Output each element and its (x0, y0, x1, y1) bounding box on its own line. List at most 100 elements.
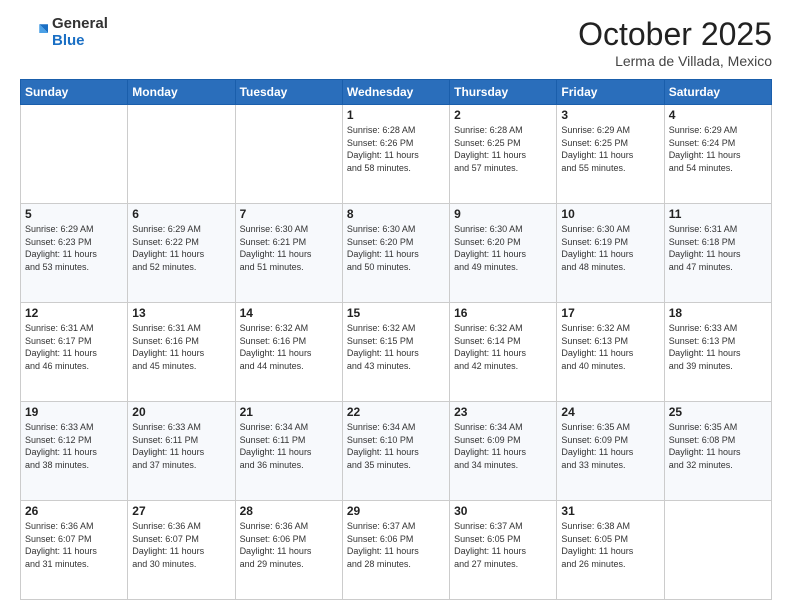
day-info: Sunrise: 6:29 AM Sunset: 6:22 PM Dayligh… (132, 223, 230, 273)
day-number: 5 (25, 207, 123, 221)
calendar-cell: 16Sunrise: 6:32 AM Sunset: 6:14 PM Dayli… (450, 303, 557, 402)
calendar-cell: 12 Sunrise: 6:31 AM Sunset: 6:17 PM Dayli… (21, 303, 128, 402)
calendar-cell: 10 Sunrise: 6:30 AM Sunset: 6:19 PM Dayli… (557, 204, 664, 303)
day-number: 26 (25, 504, 123, 518)
day-info: Sunrise: 6:36 AM Sunset: 6:06 PM Dayligh… (240, 520, 338, 570)
day-number: 12 (25, 306, 123, 320)
calendar-cell: 8 Sunrise: 6:30 AM Sunset: 6:20 PM Daylig… (342, 204, 449, 303)
day-info: Sunrise: 6:32 AM Sunset: 6:16 PM Dayligh… (240, 322, 338, 372)
day-info: Sunrise: 6:36 AM Sunset: 6:07 PM Dayligh… (132, 520, 230, 570)
day-number: 9 (454, 207, 552, 221)
calendar-cell: 2 Sunrise: 6:28 AM Sunset: 6:25 PM Daylig… (450, 105, 557, 204)
day-number: 1 (347, 108, 445, 122)
calendar-cell: 22Sunrise: 6:34 AM Sunset: 6:10 PM Dayli… (342, 402, 449, 501)
calendar-cell: 23Sunrise: 6:34 AM Sunset: 6:09 PM Dayli… (450, 402, 557, 501)
day-info: Sunrise: 6:35 AM Sunset: 6:09 PM Dayligh… (561, 421, 659, 471)
day-number: 3 (561, 108, 659, 122)
day-info: Sunrise: 6:31 AM Sunset: 6:17 PM Dayligh… (25, 322, 123, 372)
day-header-tuesday: Tuesday (235, 80, 342, 105)
day-info: Sunrise: 6:30 AM Sunset: 6:21 PM Dayligh… (240, 223, 338, 273)
logo-general: General (52, 15, 108, 32)
day-info: Sunrise: 6:30 AM Sunset: 6:19 PM Dayligh… (561, 223, 659, 273)
day-number: 19 (25, 405, 123, 419)
calendar-cell: 27 Sunrise: 6:36 AM Sunset: 6:07 PM Dayli… (128, 501, 235, 600)
calendar-week-1: 1 Sunrise: 6:28 AM Sunset: 6:26 PM Daylig… (21, 105, 772, 204)
day-number: 18 (669, 306, 767, 320)
day-info: Sunrise: 6:38 AM Sunset: 6:05 PM Dayligh… (561, 520, 659, 570)
calendar-week-4: 19Sunrise: 6:33 AM Sunset: 6:12 PM Dayli… (21, 402, 772, 501)
calendar-cell: 15Sunrise: 6:32 AM Sunset: 6:15 PM Dayli… (342, 303, 449, 402)
day-number: 8 (347, 207, 445, 221)
day-header-saturday: Saturday (664, 80, 771, 105)
calendar-cell: 21 Sunrise: 6:34 AM Sunset: 6:11 PM Dayli… (235, 402, 342, 501)
day-info: Sunrise: 6:37 AM Sunset: 6:06 PM Dayligh… (347, 520, 445, 570)
day-number: 2 (454, 108, 552, 122)
logo-blue: Blue (52, 32, 85, 49)
calendar-cell: 5 Sunrise: 6:29 AM Sunset: 6:23 PM Daylig… (21, 204, 128, 303)
calendar-cell: 20 Sunrise: 6:33 AM Sunset: 6:11 PM Dayli… (128, 402, 235, 501)
day-number: 23 (454, 405, 552, 419)
calendar-header-row: SundayMondayTuesdayWednesdayThursdayFrid… (21, 80, 772, 105)
day-info: Sunrise: 6:37 AM Sunset: 6:05 PM Dayligh… (454, 520, 552, 570)
day-number: 24 (561, 405, 659, 419)
logo: General Blue (20, 16, 108, 49)
day-info: Sunrise: 6:28 AM Sunset: 6:26 PM Dayligh… (347, 124, 445, 174)
day-number: 30 (454, 504, 552, 518)
calendar-cell: 25Sunrise: 6:35 AM Sunset: 6:08 PM Dayli… (664, 402, 771, 501)
day-info: Sunrise: 6:36 AM Sunset: 6:07 PM Dayligh… (25, 520, 123, 570)
calendar-cell: 19Sunrise: 6:33 AM Sunset: 6:12 PM Dayli… (21, 402, 128, 501)
day-number: 29 (347, 504, 445, 518)
day-number: 22 (347, 405, 445, 419)
calendar-cell: 26 Sunrise: 6:36 AM Sunset: 6:07 PM Dayli… (21, 501, 128, 600)
day-number: 7 (240, 207, 338, 221)
day-info: Sunrise: 6:29 AM Sunset: 6:23 PM Dayligh… (25, 223, 123, 273)
calendar-cell: 11 Sunrise: 6:31 AM Sunset: 6:18 PM Dayli… (664, 204, 771, 303)
logo-icon (20, 19, 48, 47)
calendar-table: SundayMondayTuesdayWednesdayThursdayFrid… (20, 79, 772, 600)
day-number: 31 (561, 504, 659, 518)
month-title: October 2025 (578, 16, 772, 53)
location-subtitle: Lerma de Villada, Mexico (578, 53, 772, 69)
day-number: 28 (240, 504, 338, 518)
calendar-cell: 29 Sunrise: 6:37 AM Sunset: 6:06 PM Dayli… (342, 501, 449, 600)
day-number: 27 (132, 504, 230, 518)
calendar-cell: 14 Sunrise: 6:32 AM Sunset: 6:16 PM Dayli… (235, 303, 342, 402)
day-info: Sunrise: 6:28 AM Sunset: 6:25 PM Dayligh… (454, 124, 552, 174)
day-info: Sunrise: 6:33 AM Sunset: 6:11 PM Dayligh… (132, 421, 230, 471)
day-header-monday: Monday (128, 80, 235, 105)
calendar-week-3: 12 Sunrise: 6:31 AM Sunset: 6:17 PM Dayli… (21, 303, 772, 402)
day-info: Sunrise: 6:29 AM Sunset: 6:24 PM Dayligh… (669, 124, 767, 174)
title-area: October 2025 Lerma de Villada, Mexico (578, 16, 772, 69)
day-info: Sunrise: 6:32 AM Sunset: 6:14 PM Dayligh… (454, 322, 552, 372)
calendar-cell: 3 Sunrise: 6:29 AM Sunset: 6:25 PM Daylig… (557, 105, 664, 204)
day-number: 6 (132, 207, 230, 221)
day-info: Sunrise: 6:33 AM Sunset: 6:13 PM Dayligh… (669, 322, 767, 372)
calendar-cell (128, 105, 235, 204)
calendar-week-5: 26 Sunrise: 6:36 AM Sunset: 6:07 PM Dayli… (21, 501, 772, 600)
page: General Blue October 2025 Lerma de Villa… (0, 0, 792, 612)
day-info: Sunrise: 6:30 AM Sunset: 6:20 PM Dayligh… (347, 223, 445, 273)
day-header-sunday: Sunday (21, 80, 128, 105)
calendar-cell: 6 Sunrise: 6:29 AM Sunset: 6:22 PM Daylig… (128, 204, 235, 303)
day-number: 10 (561, 207, 659, 221)
day-header-wednesday: Wednesday (342, 80, 449, 105)
day-number: 20 (132, 405, 230, 419)
calendar-week-2: 5 Sunrise: 6:29 AM Sunset: 6:23 PM Daylig… (21, 204, 772, 303)
day-info: Sunrise: 6:35 AM Sunset: 6:08 PM Dayligh… (669, 421, 767, 471)
calendar-cell (664, 501, 771, 600)
calendar-cell: 4 Sunrise: 6:29 AM Sunset: 6:24 PM Daylig… (664, 105, 771, 204)
day-info: Sunrise: 6:32 AM Sunset: 6:15 PM Dayligh… (347, 322, 445, 372)
calendar-cell: 7 Sunrise: 6:30 AM Sunset: 6:21 PM Daylig… (235, 204, 342, 303)
day-number: 21 (240, 405, 338, 419)
day-info: Sunrise: 6:34 AM Sunset: 6:11 PM Dayligh… (240, 421, 338, 471)
day-header-friday: Friday (557, 80, 664, 105)
calendar-cell: 31 Sunrise: 6:38 AM Sunset: 6:05 PM Dayli… (557, 501, 664, 600)
calendar-cell: 9Sunrise: 6:30 AM Sunset: 6:20 PM Daylig… (450, 204, 557, 303)
day-number: 14 (240, 306, 338, 320)
day-number: 4 (669, 108, 767, 122)
day-info: Sunrise: 6:29 AM Sunset: 6:25 PM Dayligh… (561, 124, 659, 174)
day-number: 11 (669, 207, 767, 221)
day-info: Sunrise: 6:31 AM Sunset: 6:18 PM Dayligh… (669, 223, 767, 273)
calendar-cell: 1 Sunrise: 6:28 AM Sunset: 6:26 PM Daylig… (342, 105, 449, 204)
calendar-cell (235, 105, 342, 204)
